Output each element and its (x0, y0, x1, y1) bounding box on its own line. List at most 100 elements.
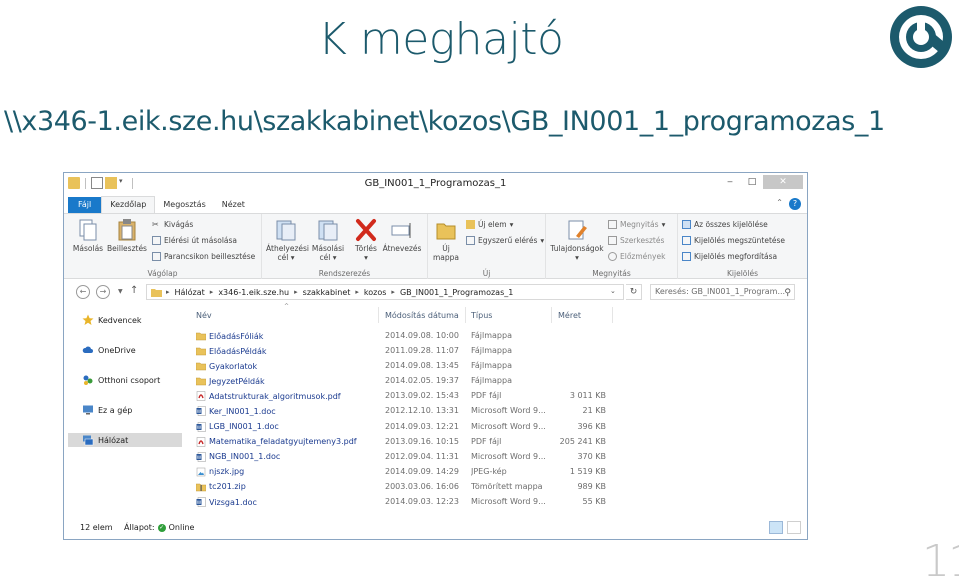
paste-shortcut-button[interactable]: Parancsikon beillesztése (152, 252, 255, 261)
file-row[interactable]: W NGB_IN001_1.doc 2012.09.04. 11:31 Microso… (192, 450, 802, 465)
address-dropdown-icon[interactable]: ⌄ (610, 287, 616, 295)
file-row[interactable]: W LGB_IN001_1.doc 2014.09.03. 12:21 Microso… (192, 420, 802, 435)
back-button[interactable]: ← (76, 285, 90, 299)
column-header-date[interactable]: Módosítás dátuma (385, 311, 459, 325)
file-name: Gyakorlatok (209, 361, 258, 371)
breadcrumb-kozos[interactable]: kozos (364, 288, 387, 297)
paste-button[interactable]: Beillesztés (106, 218, 148, 253)
file-type: Microsoft Word 9... (471, 421, 546, 431)
nav-item-onedrive[interactable]: OneDrive (82, 343, 136, 357)
minimize-button[interactable]: ‒ (719, 175, 741, 189)
refresh-button[interactable]: ↻ (626, 284, 642, 300)
copy-button[interactable]: Másolás (72, 218, 104, 253)
file-name-cell[interactable]: W LGB_IN001_1.doc (196, 421, 376, 432)
nav-item-homegroup[interactable]: Otthoni csoport (82, 373, 160, 387)
file-name-cell[interactable]: JegyzetPéldák (196, 376, 376, 386)
collapse-ribbon-icon[interactable]: ⌃ (776, 198, 783, 207)
tab-home[interactable]: Kezdőlap (101, 196, 156, 213)
edit-button[interactable]: Szerkesztés (608, 236, 664, 245)
file-date: 2014.09.03. 12:23 (385, 497, 459, 507)
file-row[interactable]: W Ker_IN001_1.doc 2012.12.10. 13:31 Microso… (192, 404, 802, 419)
close-button[interactable]: ✕ (763, 175, 803, 189)
file-row[interactable]: njszk.jpg 2014.09.09. 14:29 JPEG-kép 1 519 … (192, 465, 802, 480)
column-header-size[interactable]: Méret (558, 311, 581, 325)
file-name-cell[interactable]: W Ker_IN001_1.doc (196, 406, 376, 417)
file-date: 2012.12.10. 13:31 (385, 406, 459, 416)
history-button[interactable]: Előzmények (608, 252, 665, 261)
forward-button[interactable]: → (96, 285, 110, 299)
cut-button[interactable]: ✂ Kivágás (152, 220, 193, 229)
select-none-button[interactable]: Kijelölés megszüntetése (682, 236, 785, 245)
nav-label: OneDrive (98, 345, 136, 355)
file-name-cell[interactable]: njszk.jpg (196, 467, 376, 477)
file-row[interactable]: JegyzetPéldák 2014.02.05. 19:37 Fájlmappa (192, 374, 802, 389)
file-name: ElőadásPéldák (209, 346, 267, 356)
up-arrow-icon[interactable]: ↑ (130, 285, 138, 296)
paste-icon (118, 219, 136, 241)
title-bar: ▾ GB_IN001_1_Programozas_1 ‒ □ ✕ (64, 173, 807, 195)
nav-item-network[interactable]: Hálózat (68, 433, 182, 447)
search-input[interactable]: Keresés: GB_IN001_1_Program... ⚲ (650, 284, 795, 300)
rename-button[interactable]: Átnevezés (382, 218, 422, 253)
new-item-button[interactable]: Új elem ▾ (466, 220, 513, 229)
sort-ascending-icon: ^ (284, 303, 290, 310)
file-size: 3 011 KB (569, 391, 606, 401)
file-row[interactable]: W Vizsga1.doc 2014.09.03. 12:23 Microsoft W… (192, 495, 802, 510)
help-icon[interactable]: ? (789, 198, 801, 210)
file-name-cell[interactable]: W NGB_IN001_1.doc (196, 452, 376, 462)
breadcrumb-network[interactable]: Hálózat (175, 288, 205, 297)
column-separator[interactable] (612, 307, 613, 323)
tab-share[interactable]: Megosztás (155, 197, 213, 213)
details-view-button[interactable] (769, 521, 783, 534)
column-separator[interactable] (378, 307, 379, 323)
copy-to-button[interactable]: Másolási cél ▾ (308, 218, 348, 262)
column-header-name[interactable]: Név (196, 311, 212, 325)
image-icon (196, 467, 206, 477)
new-folder-button[interactable]: Új mappa (430, 218, 462, 262)
large-icons-view-button[interactable] (787, 521, 801, 534)
folder-icon (196, 361, 207, 371)
file-name-cell[interactable]: ElőadásPéldák (196, 346, 376, 356)
file-name-cell[interactable]: tc201.zip (196, 482, 376, 492)
column-separator[interactable] (465, 307, 466, 323)
file-row[interactable]: Matematika_feladatgyujtemeny3.pdf 2013.09… (192, 435, 802, 450)
file-name-cell[interactable]: W Vizsga1.doc (196, 497, 376, 507)
file-row[interactable]: Adatstrukturak_algoritmusok.pdf 2013.09.0… (192, 389, 802, 404)
move-to-button[interactable]: Áthelyezési cél ▾ (266, 218, 309, 262)
breadcrumb-share[interactable]: szakkabinet (303, 288, 351, 297)
file-name-cell[interactable]: Gyakorlatok (196, 361, 376, 371)
nav-item-this-pc[interactable]: Ez a gép (82, 403, 132, 417)
select-all-button[interactable]: Az összes kijelölése (682, 220, 768, 229)
address-bar[interactable]: ▸ Hálózat ▸ x346-1.eik.sze.hu ▸ szakkabi… (146, 284, 624, 300)
properties-button[interactable]: Tulajdonságok ▾ (548, 218, 606, 262)
file-name-cell[interactable]: Matematika_feladatgyujtemeny3.pdf (196, 436, 376, 447)
delete-button[interactable]: Törlés ▾ (350, 218, 382, 262)
file-row[interactable]: tc201.zip 2003.03.06. 16:06 Tömörített map… (192, 480, 802, 495)
file-name-cell[interactable]: ElőadásFóliák (196, 331, 376, 341)
recent-locations-chevron-icon[interactable]: ▼ (118, 288, 123, 295)
move-to-label: Áthelyezési cél (266, 244, 309, 262)
file-row[interactable]: ElőadásPéldák 2011.09.28. 11:07 Fájlmappa (192, 344, 802, 359)
file-row[interactable]: Gyakorlatok 2014.09.08. 13:45 Fájlmappa (192, 359, 802, 374)
select-all-label: Az összes kijelölése (694, 220, 768, 229)
column-separator[interactable] (551, 307, 552, 323)
nav-item-favorites[interactable]: Kedvencek (82, 313, 142, 327)
group-clipboard: Másolás Beillesztés ✂ Kivágás Elérési út … (64, 214, 262, 280)
tab-view[interactable]: Nézet (214, 197, 253, 213)
file-row[interactable]: ElőadásFóliák 2014.09.08. 10:00 Fájlmappa (192, 329, 802, 344)
file-type: Microsoft Word 9... (471, 497, 546, 507)
invert-selection-button[interactable]: Kijelölés megfordítása (682, 252, 777, 261)
file-name-cell[interactable]: Adatstrukturak_algoritmusok.pdf (196, 391, 376, 402)
file-type: PDF fájl (471, 436, 502, 446)
file-name: NGB_IN001_1.doc (209, 452, 281, 462)
breadcrumb-host[interactable]: x346-1.eik.sze.hu (218, 288, 289, 297)
easy-access-button[interactable]: Egyszerű elérés ▾ (466, 236, 544, 245)
open-button[interactable]: Megnyitás ▾ (608, 220, 665, 229)
column-header-type[interactable]: Típus (471, 311, 492, 325)
page-number: 11 (922, 536, 959, 586)
tab-file[interactable]: Fájl (68, 197, 102, 213)
maximize-button[interactable]: □ (741, 175, 763, 189)
breadcrumb-current[interactable]: GB_IN001_1_Programozas_1 (400, 288, 513, 297)
copy-path-button[interactable]: Elérési út másolása (152, 236, 237, 245)
properties-icon (568, 220, 587, 240)
